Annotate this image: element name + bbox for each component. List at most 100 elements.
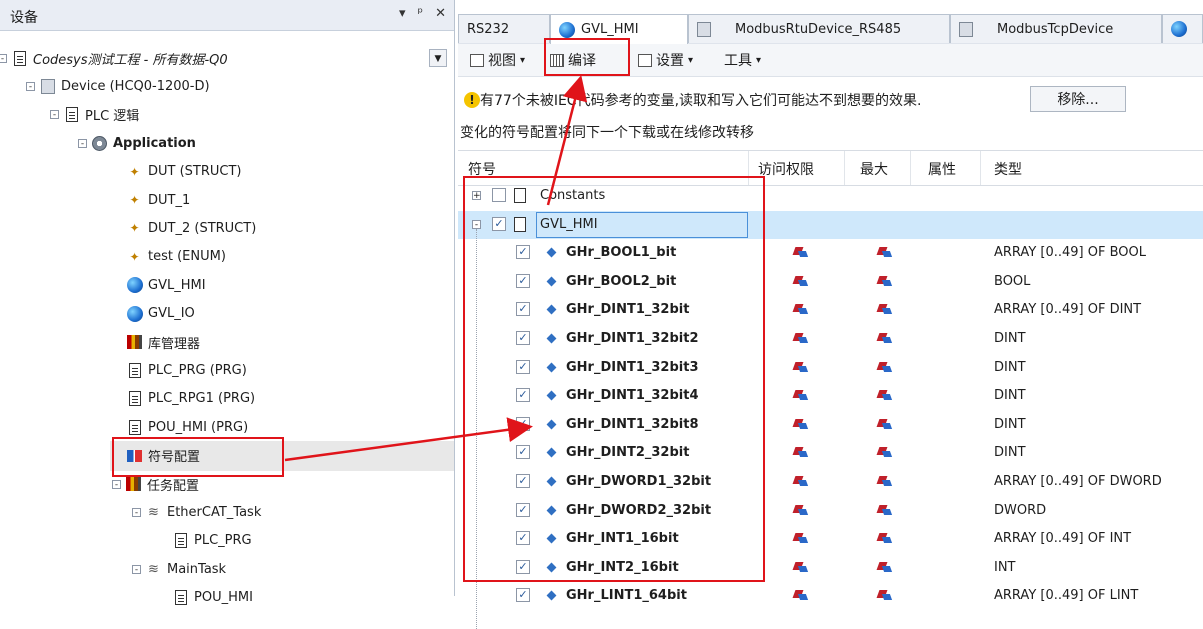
access-rights-icon[interactable] <box>792 360 808 374</box>
tree-item-label: Application <box>113 135 196 151</box>
chevron-down-icon: ▾ <box>756 54 762 66</box>
globe-icon <box>126 305 143 322</box>
symbol-row[interactable]: ✓ GHr_LINT1_64bit ARRAY [0..49] OF LINT <box>458 582 1203 610</box>
tree-item[interactable]: - Application <box>78 129 196 157</box>
highlight-box-compile <box>544 38 630 76</box>
symbol-type: INT <box>994 559 1016 575</box>
tree-item-label: PLC_RPG1 (PRG) <box>148 391 256 407</box>
warning-text: 有77个未被IEC代码参考的变量,读取和写入它们可能达不到想要的效果. <box>480 93 922 109</box>
info-text: 变化的符号配置将同下一个下载或在线修改转移 <box>460 125 754 141</box>
warning-icon: ! <box>464 92 480 108</box>
tree-item-label: DUT_2 (STRUCT) <box>148 220 257 236</box>
access-rights-icon[interactable] <box>792 503 808 517</box>
max-access-icon <box>876 245 892 259</box>
tree-item[interactable]: ✦ DUT (STRUCT) <box>126 158 242 186</box>
tree-item[interactable]: ✦ DUT_2 (STRUCT) <box>126 214 256 242</box>
project-combo-arrow[interactable]: ▼ <box>429 49 447 67</box>
view-label: 视图 <box>488 53 516 69</box>
tab-modbus-tcp[interactable]: ModbusTcpDevice <box>950 14 1162 43</box>
editor-panel: RS232 GVL_HMI ModbusRtuDevice_RS485 Modb… <box>458 0 1203 629</box>
symbol-type: ARRAY [0..49] OF BOOL <box>994 245 1146 261</box>
program-call-icon <box>172 589 189 606</box>
tools-menu[interactable]: 工具 ▾ <box>724 49 761 71</box>
dut-icon: ✦ <box>129 221 140 236</box>
tree-item-label: DUT_1 <box>148 192 191 208</box>
tree-item-label: Device (HCQ0-1200-D) <box>61 78 210 94</box>
tree-item[interactable]: - ≋ MainTask <box>132 555 226 583</box>
column-attribute[interactable]: 属性 <box>928 159 956 179</box>
max-access-icon <box>876 588 892 602</box>
expander-icon[interactable]: - <box>50 110 59 120</box>
tree-item[interactable]: - PLC 逻辑 <box>50 101 139 129</box>
tree-item[interactable]: PLC_RPG1 (PRG) <box>126 385 255 413</box>
tree-item-label: Codesys测试工程 - 所有数据-Q0 <box>33 52 228 68</box>
access-rights-icon[interactable] <box>792 245 808 259</box>
program-call-icon <box>172 532 189 549</box>
max-access-icon <box>876 388 892 402</box>
column-max[interactable]: 最大 <box>860 159 888 179</box>
tree-item[interactable]: 库管理器 <box>126 328 200 356</box>
access-rights-icon[interactable] <box>792 274 808 288</box>
tree-item[interactable]: - ≋ EtherCAT_Task <box>132 498 261 526</box>
tab-label: RS232 <box>467 21 510 37</box>
column-access[interactable]: 访问权限 <box>758 159 814 179</box>
task-config-icon <box>125 476 142 493</box>
dropdown-icon[interactable]: ▾ <box>399 6 406 21</box>
tree-item[interactable]: GVL_HMI <box>126 271 206 299</box>
devices-panel: 设备 ▾ ᵖ ✕ ▼ - Codesys测试工程 - 所有数据-Q0 - Device… <box>0 0 455 606</box>
tree-item-label: DUT (STRUCT) <box>148 164 242 180</box>
tree-item-label: 任务配置 <box>147 478 200 494</box>
dut-icon: ✦ <box>129 193 140 207</box>
tree-item[interactable]: - Codesys测试工程 - 所有数据-Q0 <box>0 44 373 72</box>
expander-icon[interactable]: - <box>132 564 141 574</box>
pin-icon[interactable]: ᵖ <box>418 6 424 21</box>
access-rights-icon[interactable] <box>792 588 808 602</box>
symbol-type: DINT <box>994 445 1026 461</box>
access-rights-icon[interactable] <box>792 331 808 345</box>
tree-item[interactable]: PLC_PRG <box>172 527 252 555</box>
symbol-type: BOOL <box>994 273 1031 289</box>
view-menu[interactable]: 视图 ▾ <box>470 49 525 71</box>
tab-rs232[interactable]: RS232 <box>458 14 550 43</box>
tree-item[interactable]: GVL_IO <box>126 300 195 328</box>
settings-icon <box>638 53 652 67</box>
max-access-icon <box>876 531 892 545</box>
remove-button[interactable]: 移除... <box>1030 86 1126 112</box>
expander-icon[interactable]: - <box>132 507 141 517</box>
tree-item[interactable]: - Device (HCQ0-1200-D) <box>26 72 210 100</box>
document-icon <box>126 362 143 379</box>
symbol-type: ARRAY [0..49] OF DINT <box>994 302 1142 318</box>
close-icon[interactable]: ✕ <box>435 6 446 21</box>
settings-menu[interactable]: 设置 ▾ <box>638 49 693 71</box>
device-icon <box>39 78 56 95</box>
expander-icon[interactable]: - <box>78 138 87 148</box>
settings-label: 设置 <box>656 53 684 69</box>
tab-more[interactable] <box>1162 14 1203 43</box>
device-icon <box>697 21 711 37</box>
tree-item[interactable]: ✦ DUT_1 <box>126 186 190 214</box>
access-rights-icon[interactable] <box>792 560 808 574</box>
expander-icon[interactable]: - <box>0 53 7 63</box>
access-rights-icon[interactable] <box>792 531 808 545</box>
symbol-checkbox[interactable]: ✓ <box>516 588 530 603</box>
tree-item[interactable]: ✦ test (ENUM) <box>126 243 225 271</box>
symbol-type: ARRAY [0..49] OF INT <box>994 531 1132 547</box>
column-type[interactable]: 类型 <box>994 159 1022 179</box>
devices-panel-title: 设备 <box>10 10 38 26</box>
access-rights-icon[interactable] <box>792 445 808 459</box>
globe-icon <box>126 277 143 294</box>
expander-icon[interactable]: - <box>112 479 121 489</box>
globe-icon <box>1171 21 1187 37</box>
view-icon <box>470 53 484 67</box>
max-access-icon <box>876 302 892 316</box>
access-rights-icon[interactable] <box>792 388 808 402</box>
task-icon: ≋ <box>148 561 159 577</box>
tab-modbus-rtu[interactable]: ModbusRtuDevice_RS485 <box>688 14 950 43</box>
expander-icon[interactable]: - <box>26 81 35 91</box>
access-rights-icon[interactable] <box>792 302 808 316</box>
symbol-type: DINT <box>994 416 1026 432</box>
access-rights-icon[interactable] <box>792 417 808 431</box>
tree-item[interactable]: PLC_PRG (PRG) <box>126 356 247 384</box>
access-rights-icon[interactable] <box>792 474 808 488</box>
tree-item[interactable]: POU_HMI <box>172 584 253 612</box>
